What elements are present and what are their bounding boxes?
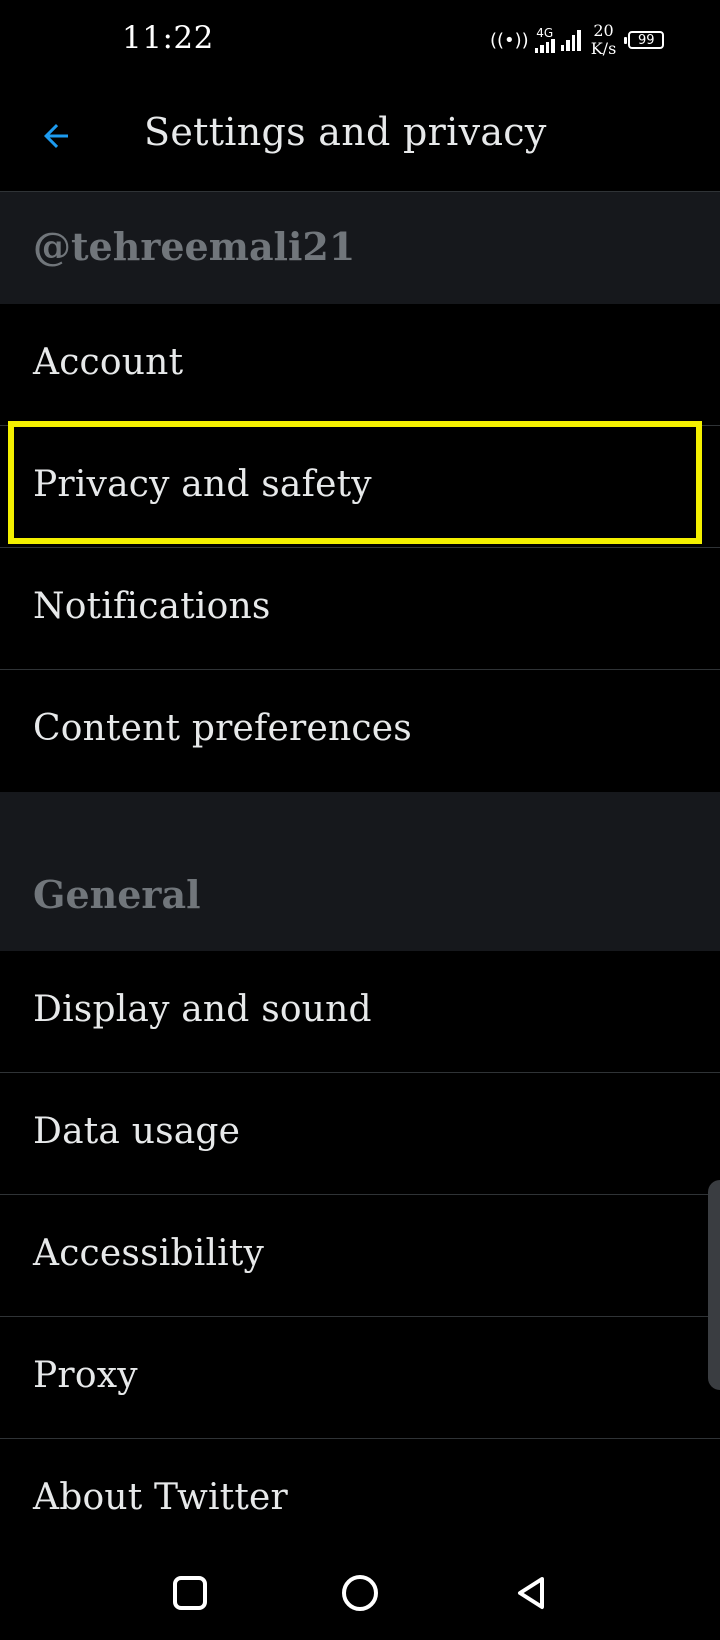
square-icon [173,1576,207,1610]
general-header: General [33,872,201,917]
settings-item-content-preferences[interactable]: Content preferences [0,670,720,792]
battery-icon: 99 [624,31,665,49]
network-indicator: 4G [534,26,555,53]
hotspot-icon: ((•)) [490,29,529,51]
settings-item-data-usage[interactable]: Data usage [0,1073,720,1195]
section-header-general: General [0,792,720,951]
triangle-back-icon [518,1577,544,1609]
settings-item-label: Notifications [33,586,271,627]
settings-item-label: Data usage [33,1111,241,1152]
settings-item-label: Accessibility [33,1233,265,1274]
scrollbar-thumb[interactable] [708,1180,720,1390]
arrow-left-icon [44,124,68,148]
home-button[interactable] [337,1570,383,1616]
circle-icon [342,1575,378,1611]
app-bar: Settings and privacy [0,80,720,191]
network-type-label: 4G [536,26,554,40]
settings-item-label: Display and sound [33,989,372,1030]
system-nav-bar [0,1540,720,1640]
settings-item-label: About Twitter [33,1477,288,1518]
back-button[interactable] [28,108,84,164]
status-icons: ((•)) 4G 20 K/s 99 [490,18,665,62]
signal-strength-icon-2 [560,29,581,51]
settings-item-account[interactable]: Account [0,304,720,426]
status-bar: 11:22 ((•)) 4G 20 K/s 99 [0,0,720,80]
network-speed-value: 20 [593,21,614,40]
settings-item-proxy[interactable]: Proxy [0,1317,720,1439]
page-title: Settings and privacy [144,110,547,154]
settings-item-privacy-and-safety[interactable]: Privacy and safety [0,426,720,548]
network-speed-unit: K/s [590,39,617,58]
settings-item-label: Proxy [33,1355,138,1396]
settings-item-notifications[interactable]: Notifications [0,548,720,670]
settings-item-label: Content preferences [33,708,412,749]
battery-level: 99 [638,32,655,48]
settings-item-accessibility[interactable]: Accessibility [0,1195,720,1317]
settings-item-display-and-sound[interactable]: Display and sound [0,951,720,1073]
section-header-account: @tehreemali21 [0,191,720,304]
signal-strength-icon [534,39,555,53]
status-time: 11:22 [122,20,214,56]
settings-item-label: Account [33,342,184,383]
network-speed: 20 K/s [591,22,617,58]
account-username-header: @tehreemali21 [33,224,356,269]
recents-button[interactable] [167,1570,213,1616]
nav-back-button[interactable] [508,1570,554,1616]
settings-item-label: Privacy and safety [33,464,372,505]
